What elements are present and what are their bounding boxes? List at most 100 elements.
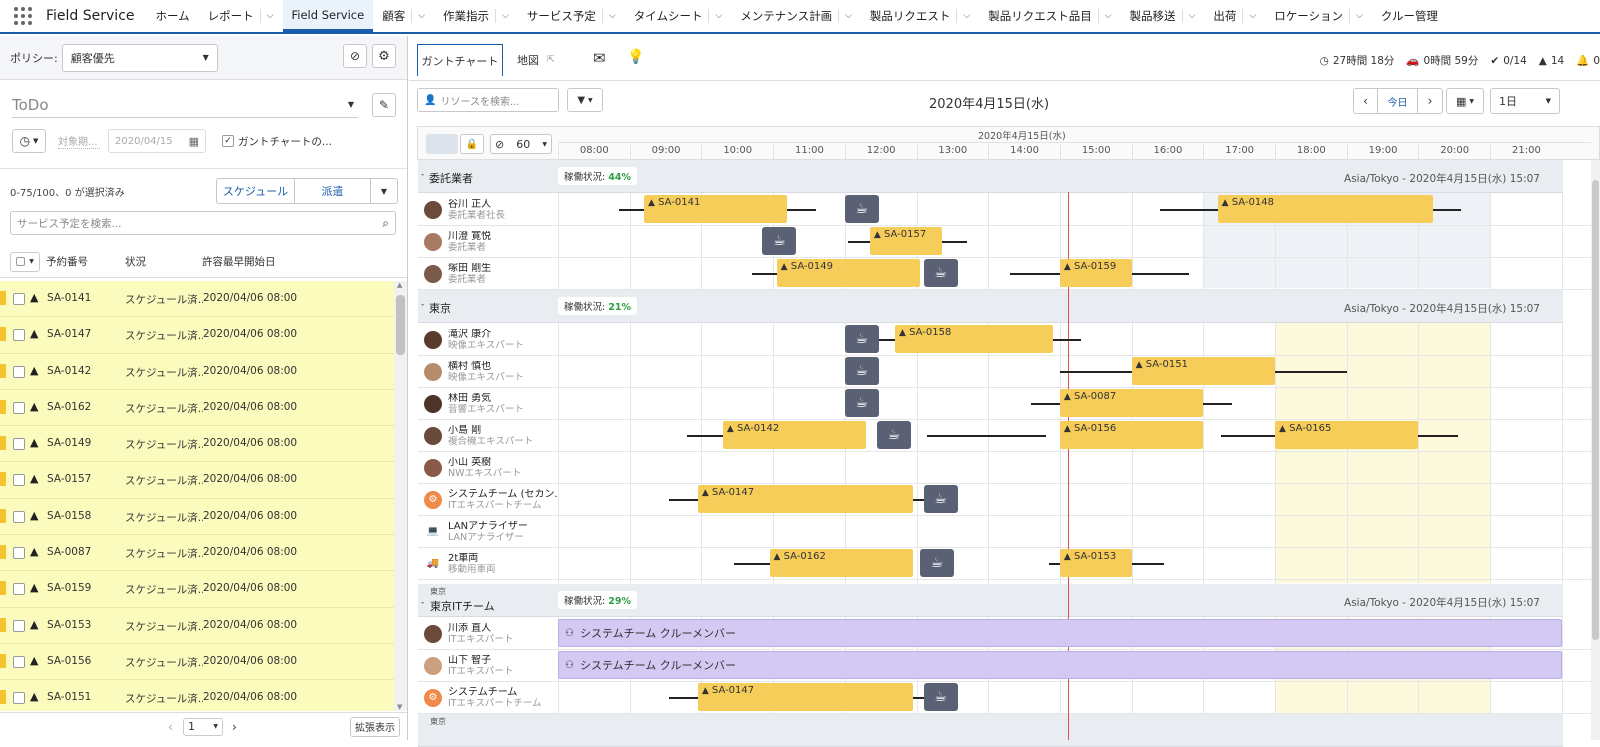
nav-maintenance-plans[interactable]: メンテナンス計画 ⌵ (731, 0, 861, 32)
more-actions-button[interactable]: ▼ (371, 179, 397, 203)
nav-product-requests[interactable]: 製品リクエスト ⌵ (861, 0, 979, 32)
appointment-row[interactable]: ▲ SA-0159 スケジュール済... 2020/04/06 08:00 (0, 571, 394, 608)
appointment-row[interactable]: ▲ SA-0151 スケジュール済... 2020/04/06 08:00 (0, 680, 394, 711)
appointment-row[interactable]: ▲ SA-0157 スケジュール済... 2020/04/06 08:00 (0, 462, 394, 499)
appointment-id[interactable]: SA-0159 (47, 582, 91, 594)
nav-timesheets[interactable]: タイムシート ⌵ (625, 0, 732, 32)
row-checkbox[interactable] (13, 619, 25, 632)
appointment-row[interactable]: ▲ SA-0158 スケジュール済... 2020/04/06 08:00 (0, 498, 394, 536)
nav-crew-management[interactable]: クルー管理 (1372, 0, 1447, 32)
appointment-row[interactable]: ▲ SA-0162 スケジュール済... 2020/04/06 08:00 (0, 389, 394, 427)
dispatch-button[interactable]: 派遣 (295, 179, 371, 203)
schedule-button[interactable]: スケジュール (217, 179, 295, 203)
nav-locations[interactable]: ロケーション ⌵ (1265, 0, 1372, 32)
reference-period-field[interactable]: 対象期... (58, 133, 100, 149)
row-checkbox[interactable] (13, 293, 25, 305)
column-header-earliest-start[interactable]: 許容最早開始日 (202, 254, 276, 269)
chevron-down-icon[interactable]: ⌵ (259, 9, 274, 23)
zoom-select[interactable]: ⊘ 60 ▼ (490, 134, 552, 154)
nav-product-transfers[interactable]: 製品移送 ⌵ (1121, 0, 1205, 32)
chevron-down-icon[interactable]: ⌵ (838, 9, 852, 23)
page-select[interactable]: 1 ▼ (183, 717, 223, 736)
resource-search-input[interactable]: 👤 リソースを検索... (417, 88, 559, 112)
clock-dropdown[interactable]: ◷ ▼ (12, 129, 46, 153)
calendar-button[interactable]: ▦ ▼ (1446, 88, 1484, 114)
row-checkbox[interactable] (13, 547, 25, 560)
row-checkbox[interactable] (13, 401, 25, 414)
row-checkbox[interactable] (13, 438, 25, 451)
appointment-row[interactable]: ▲ SA-0087 スケジュール済... 2020/04/06 08:00 (0, 535, 394, 572)
scroll-down-icon[interactable]: ▼ (397, 703, 402, 711)
extended-view-button[interactable]: 拡張表示 (350, 716, 400, 737)
appointment-id[interactable]: SA-0141 (47, 292, 91, 304)
row-checkbox[interactable] (13, 583, 25, 596)
appointment-row[interactable]: ▲ SA-0141 スケジュール済... 2020/04/06 08:00 (0, 281, 394, 318)
column-header-status[interactable]: 状況 (125, 254, 146, 269)
next-day-button[interactable]: › (1418, 89, 1442, 113)
row-checkbox[interactable] (13, 510, 25, 523)
mail-icon[interactable]: ✉ (593, 49, 606, 67)
appointment-row[interactable]: ▲ SA-0142 スケジュール済... 2020/04/06 08:00 (0, 353, 394, 390)
nav-field-service[interactable]: Field Service (282, 0, 374, 32)
chevron-down-icon[interactable]: ⌵ (495, 9, 509, 23)
scroll-up-icon[interactable]: ▲ (397, 281, 402, 289)
gantt-scrollbar[interactable] (1591, 160, 1600, 740)
select-all-checkbox[interactable] (16, 257, 26, 266)
list-scrollbar[interactable]: ▲ ▼ (394, 281, 407, 711)
map-off-button[interactable]: ⊘ (343, 44, 367, 68)
prev-page-icon[interactable]: ‹ (168, 720, 173, 734)
prev-day-button[interactable]: ‹ (1354, 89, 1378, 113)
lock-button[interactable]: 🔒 (460, 134, 484, 154)
lightbulb-icon[interactable]: 💡 (627, 49, 644, 65)
chevron-down-icon[interactable]: ⌵ (601, 9, 616, 23)
app-launcher-icon[interactable] (0, 0, 46, 32)
nav-accounts[interactable]: 顧客 ⌵ (373, 0, 434, 32)
row-checkbox[interactable] (13, 655, 25, 668)
appointment-id[interactable]: SA-0153 (47, 619, 91, 631)
gantt-scroll-thumb[interactable] (1592, 180, 1599, 640)
chevron-down-icon[interactable]: ⌵ (1242, 9, 1256, 23)
row-checkbox[interactable] (13, 329, 25, 342)
today-button[interactable]: 今日 (1378, 89, 1418, 113)
appointment-id[interactable]: SA-0162 (47, 401, 91, 413)
appointment-id[interactable]: SA-0158 (47, 510, 91, 522)
nav-work-orders[interactable]: 作業指示 ⌵ (434, 0, 518, 32)
chevron-down-icon[interactable]: ⌵ (956, 9, 970, 23)
row-checkbox[interactable] (13, 474, 25, 487)
row-checkbox[interactable] (13, 365, 25, 378)
filter-button[interactable]: ▼ ▼ (567, 88, 603, 112)
list-view-select[interactable]: ToDo ▼ (12, 92, 358, 118)
tab-map[interactable]: 地図 ⇱ (517, 52, 555, 68)
appointment-id[interactable]: SA-0149 (47, 437, 91, 449)
toggle-slider[interactable] (426, 134, 458, 154)
next-page-icon[interactable]: › (232, 720, 237, 734)
date-input[interactable]: 2020/04/15 ▦ (108, 129, 206, 153)
nav-shipments[interactable]: 出荷 ⌵ (1204, 0, 1265, 32)
appointment-row[interactable]: ▲ SA-0156 スケジュール済... 2020/04/06 08:00 (0, 643, 394, 681)
chevron-down-icon[interactable]: ⌵ (1097, 9, 1112, 23)
nav-home[interactable]: ホーム (147, 0, 199, 32)
appointment-row[interactable]: ▲ SA-0147 スケジュール済... 2020/04/06 08:00 (0, 317, 394, 354)
appointment-id[interactable]: SA-0151 (47, 691, 91, 703)
chevron-down-icon[interactable]: ⌵ (1181, 9, 1195, 23)
chevron-down-icon[interactable]: ⌵ (708, 9, 722, 23)
appointment-id[interactable]: SA-0147 (47, 328, 91, 340)
edit-list-button[interactable]: ✎ (372, 93, 396, 117)
appointment-id[interactable]: SA-0142 (47, 365, 91, 377)
select-all-dropdown[interactable]: ▼ (10, 251, 40, 272)
tab-gantt[interactable]: ガントチャート (417, 44, 503, 76)
settings-button[interactable]: ⚙ (372, 44, 396, 68)
nav-product-request-items[interactable]: 製品リクエスト品目 ⌵ (979, 0, 1120, 32)
nav-service-appointments[interactable]: サービス予定 ⌵ (518, 0, 625, 32)
appointment-id[interactable]: SA-0087 (47, 546, 91, 558)
appointment-search-input[interactable]: サービス予定を検索... ⌕ (10, 211, 396, 235)
scroll-thumb[interactable] (396, 295, 405, 355)
appointment-id[interactable]: SA-0156 (47, 655, 91, 667)
nav-reports[interactable]: レポート ⌵ (199, 0, 283, 32)
range-select[interactable]: 1日 ▼ (1490, 88, 1560, 114)
row-checkbox[interactable] (13, 692, 25, 705)
appointment-row[interactable]: ▲ SA-0153 スケジュール済... 2020/04/06 08:00 (0, 607, 394, 644)
appointment-row[interactable]: ▲ SA-0149 スケジュール済... 2020/04/06 08:00 (0, 426, 394, 463)
column-header-id[interactable]: 予約番号 (46, 254, 88, 269)
policy-select[interactable]: 顧客優先 ▼ (61, 43, 218, 72)
